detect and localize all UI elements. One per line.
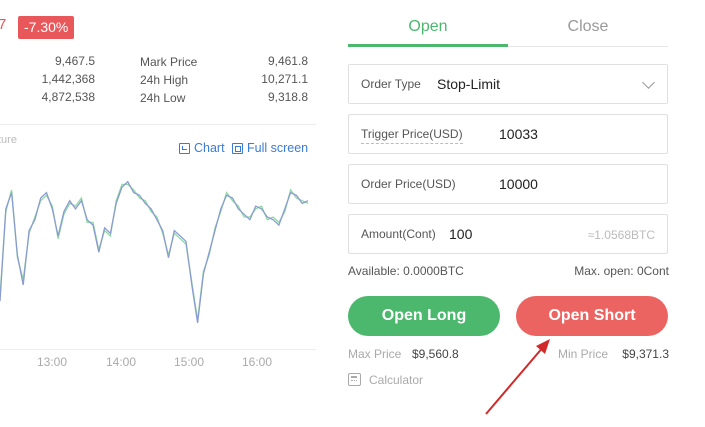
order-type-value: Stop-Limit: [437, 76, 501, 92]
max-price-value: $9,560.8: [412, 347, 459, 361]
last-price-fragment: 7: [0, 16, 7, 33]
trigger-price-label: Trigger Price(USD): [361, 127, 463, 144]
stat-left-value-3: 4,872,538: [41, 90, 95, 104]
trigger-price-input[interactable]: 10033: [499, 126, 538, 142]
mark-price-label: Mark Price: [140, 55, 198, 69]
fullscreen-icon: [232, 142, 243, 154]
time-tick: 16:00: [242, 355, 273, 369]
calculator-link[interactable]: Calculator: [369, 373, 423, 387]
tab-open[interactable]: Open: [348, 18, 508, 36]
price-series-line: [0, 183, 309, 321]
amount-label: Amount(Cont): [361, 227, 436, 241]
stat-left-value-2: 1,442,368: [41, 72, 95, 86]
chart-link-label: Chart: [194, 141, 225, 155]
fullscreen-link-label: Full screen: [247, 141, 309, 155]
24h-low-value: 9,318.8: [267, 90, 308, 104]
tab-close[interactable]: Close: [508, 18, 668, 36]
chart-icon: [179, 142, 190, 154]
stat-left-value-1: 9,467.5: [54, 54, 95, 68]
max-open: Max. open: 0Cont: [574, 264, 669, 278]
order-type-label: Order Type: [361, 77, 421, 91]
fullscreen-link[interactable]: Full screen: [232, 141, 308, 155]
chart-link[interactable]: Chart: [179, 141, 225, 155]
amount-btc-estimate: ≈1.0568BTC: [587, 228, 655, 242]
order-type-select[interactable]: Order Type Stop-Limit: [348, 64, 668, 104]
order-price-input[interactable]: 10000: [499, 176, 538, 192]
available-balance: Available: 0.0000BTC: [348, 264, 464, 278]
tab-divider: [508, 46, 668, 47]
chevron-down-icon: [642, 76, 655, 89]
24h-low-label: 24h Low: [140, 91, 186, 105]
chart-title-fragment: ture: [0, 134, 17, 146]
amount-input[interactable]: 100: [449, 226, 472, 242]
active-tab-indicator: [348, 44, 508, 47]
mark-price-value: 9,461.8: [267, 54, 308, 68]
time-tick: 13:00: [37, 355, 68, 369]
min-price-value: $9,371.3: [622, 347, 669, 361]
order-price-label: Order Price(USD): [361, 177, 456, 191]
min-price-label: Min Price: [558, 347, 609, 361]
arrow-shaft: [485, 345, 545, 415]
time-tick: 14:00: [106, 355, 137, 369]
divider: [0, 124, 316, 125]
annotation-arrow: [485, 339, 550, 415]
time-tick: 15:00: [174, 355, 205, 369]
amount-field[interactable]: Amount(Cont) 100 ≈1.0568BTC: [348, 214, 668, 254]
open-short-button[interactable]: Open Short: [516, 296, 668, 336]
max-price-label: Max Price: [348, 347, 402, 361]
price-chart[interactable]: [0, 160, 310, 350]
chart-axis: [0, 349, 316, 350]
trigger-price-field[interactable]: Trigger Price(USD) 10033: [348, 114, 668, 154]
24h-high-label: 24h High: [140, 73, 189, 87]
change-badge: -7.30%: [18, 16, 75, 39]
24h-high-value: 10,271.1: [261, 72, 308, 86]
order-price-field[interactable]: Order Price(USD) 10000: [348, 164, 668, 204]
calculator-icon[interactable]: [348, 373, 361, 386]
open-long-button[interactable]: Open Long: [348, 296, 500, 336]
price-series-line: [0, 180, 309, 323]
